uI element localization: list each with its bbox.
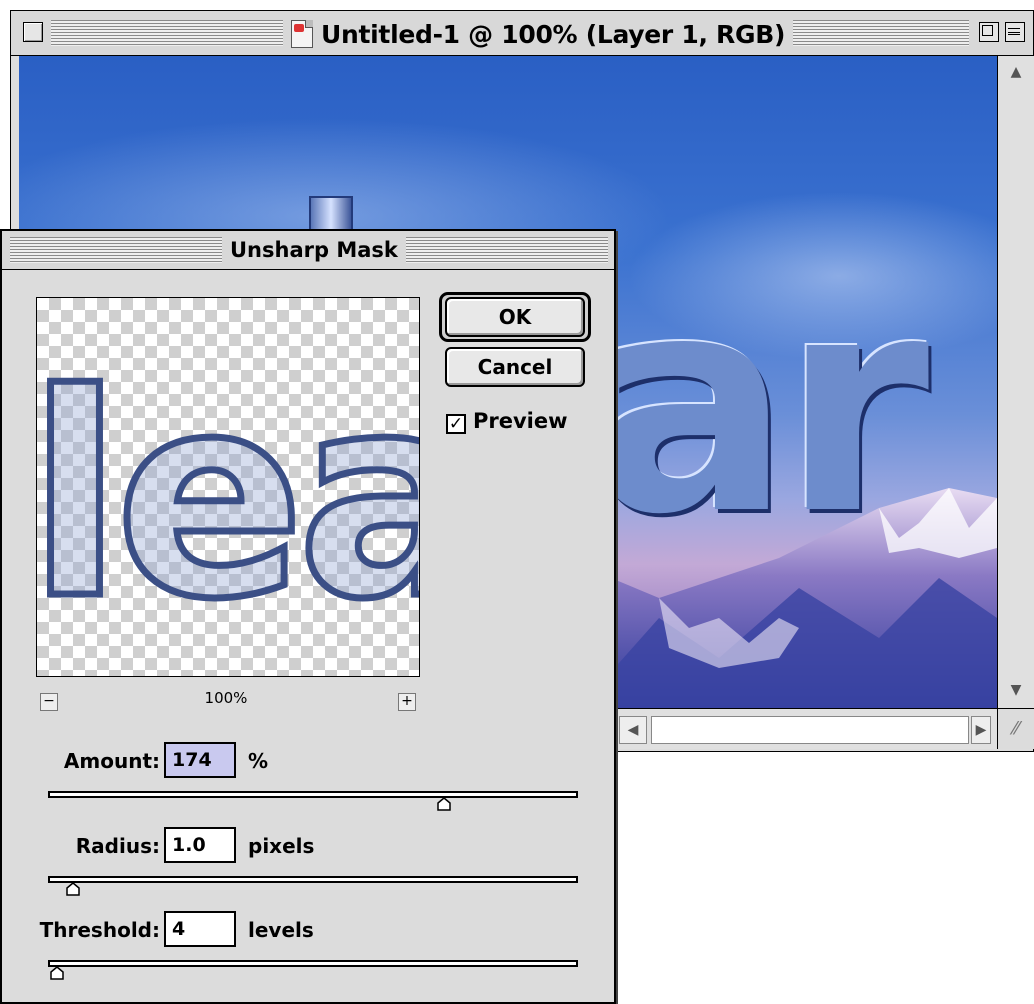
scroll-up-arrow-icon[interactable]: ▲: [1006, 62, 1026, 82]
document-title-group: Untitled-1 @ 100% (Layer 1, RGB): [283, 17, 794, 51]
document-proxy-icon[interactable]: [291, 20, 313, 48]
radius-field[interactable]: 1.0: [164, 827, 236, 863]
amount-unit: %: [248, 749, 269, 773]
zoom-in-button[interactable]: +: [398, 693, 416, 711]
zoom-box-icon[interactable]: [979, 22, 999, 42]
checkmark-icon: ✓: [448, 414, 464, 434]
close-box-icon[interactable]: [23, 22, 43, 42]
threshold-slider-thumb[interactable]: [50, 966, 65, 980]
canvas-artwork-text: ar: [589, 231, 929, 580]
amount-label: Amount:: [63, 749, 160, 773]
scroll-left-arrow-icon[interactable]: ◀: [619, 716, 647, 744]
unsharp-mask-dialog: Unsharp Mask lea OK Cancel ✓ Preview − 1…: [0, 229, 616, 1004]
horizontal-scrollbar[interactable]: ◀ ▶: [611, 708, 997, 749]
radius-label: Radius:: [75, 834, 160, 858]
zoom-out-button[interactable]: −: [40, 693, 58, 711]
vertical-scrollbar[interactable]: ▲ ▼: [997, 56, 1034, 708]
scroll-right-arrow-icon[interactable]: ▶: [971, 716, 991, 744]
amount-slider-track[interactable]: [48, 791, 578, 798]
preview-artwork-text: lea: [37, 335, 419, 661]
preview-checkbox-label[interactable]: Preview: [473, 409, 568, 433]
dialog-title-group: Unsharp Mask: [222, 235, 406, 265]
collapse-box-icon[interactable]: [1005, 22, 1025, 42]
threshold-unit: levels: [248, 918, 314, 942]
document-title-bar[interactable]: Untitled-1 @ 100% (Layer 1, RGB): [11, 11, 1033, 56]
preview-checkbox[interactable]: ✓: [446, 414, 466, 434]
resize-grip-icon[interactable]: ⁄⁄: [997, 708, 1034, 749]
scroll-down-arrow-icon[interactable]: ▼: [1006, 680, 1026, 700]
preview-zoom-level: 100%: [204, 689, 248, 707]
dialog-title: Unsharp Mask: [230, 238, 398, 262]
radius-slider-thumb[interactable]: [66, 882, 80, 896]
ok-button[interactable]: OK: [445, 297, 585, 337]
filter-preview-pane[interactable]: lea: [36, 297, 420, 677]
radius-unit: pixels: [248, 834, 315, 858]
threshold-slider-track[interactable]: [48, 960, 578, 967]
radius-slider-track[interactable]: [48, 876, 578, 883]
horizontal-scroll-track[interactable]: [651, 716, 969, 744]
cancel-button[interactable]: Cancel: [445, 347, 585, 387]
amount-slider-thumb[interactable]: [437, 797, 451, 811]
threshold-label: Threshold:: [39, 918, 160, 942]
threshold-field[interactable]: 4: [164, 911, 236, 947]
amount-field[interactable]: 174: [164, 742, 236, 778]
dialog-title-bar[interactable]: Unsharp Mask: [2, 231, 614, 270]
document-title: Untitled-1 @ 100% (Layer 1, RGB): [321, 19, 786, 49]
